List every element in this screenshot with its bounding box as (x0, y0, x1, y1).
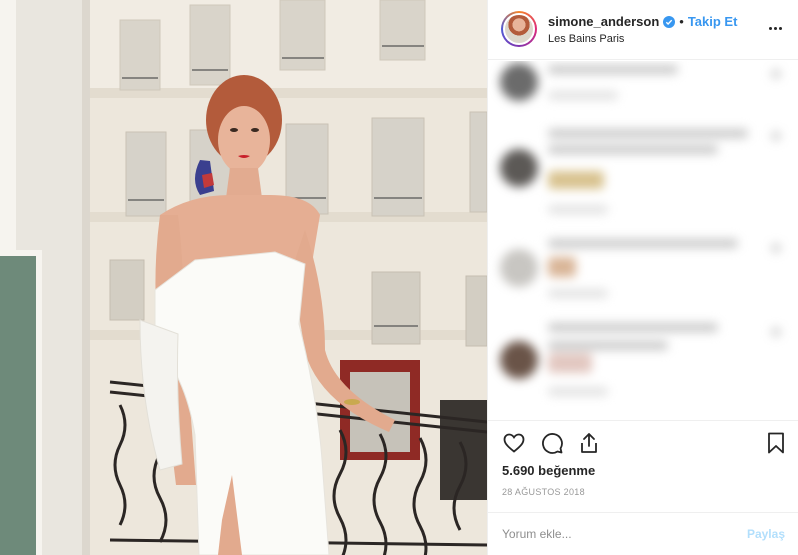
likes-count[interactable]: 5.690 beğenme (502, 463, 595, 478)
separator-dot: • (679, 14, 684, 29)
username-link[interactable]: simone_anderson (548, 14, 659, 29)
post-side-panel: simone_anderson • Takip Et Les Bains Par… (487, 0, 798, 555)
photo-illustration (0, 0, 487, 555)
comment-icon[interactable] (540, 431, 564, 455)
post-header: simone_anderson • Takip Et Les Bains Par… (488, 0, 798, 60)
post-actions: 5.690 beğenme 28 AĞUSTOS 2018 (488, 420, 798, 520)
location-link[interactable]: Les Bains Paris (548, 33, 624, 45)
bookmark-icon[interactable] (764, 431, 788, 455)
avatar[interactable] (501, 11, 537, 47)
share-icon[interactable] (577, 431, 601, 455)
blurred-comments (488, 61, 798, 419)
more-options-icon[interactable] (765, 20, 785, 36)
comment-input[interactable] (502, 521, 732, 547)
user-row: simone_anderson • Takip Et (548, 14, 737, 29)
post-comment-button[interactable]: Paylaş (747, 527, 785, 541)
comments-list (488, 61, 798, 419)
follow-button[interactable]: Takip Et (688, 14, 738, 29)
comment-form: Paylaş (488, 512, 798, 555)
verified-badge-icon (663, 15, 676, 28)
post-date: 28 AĞUSTOS 2018 (502, 487, 585, 497)
heart-icon[interactable] (502, 431, 526, 455)
post-photo[interactable] (0, 0, 487, 555)
